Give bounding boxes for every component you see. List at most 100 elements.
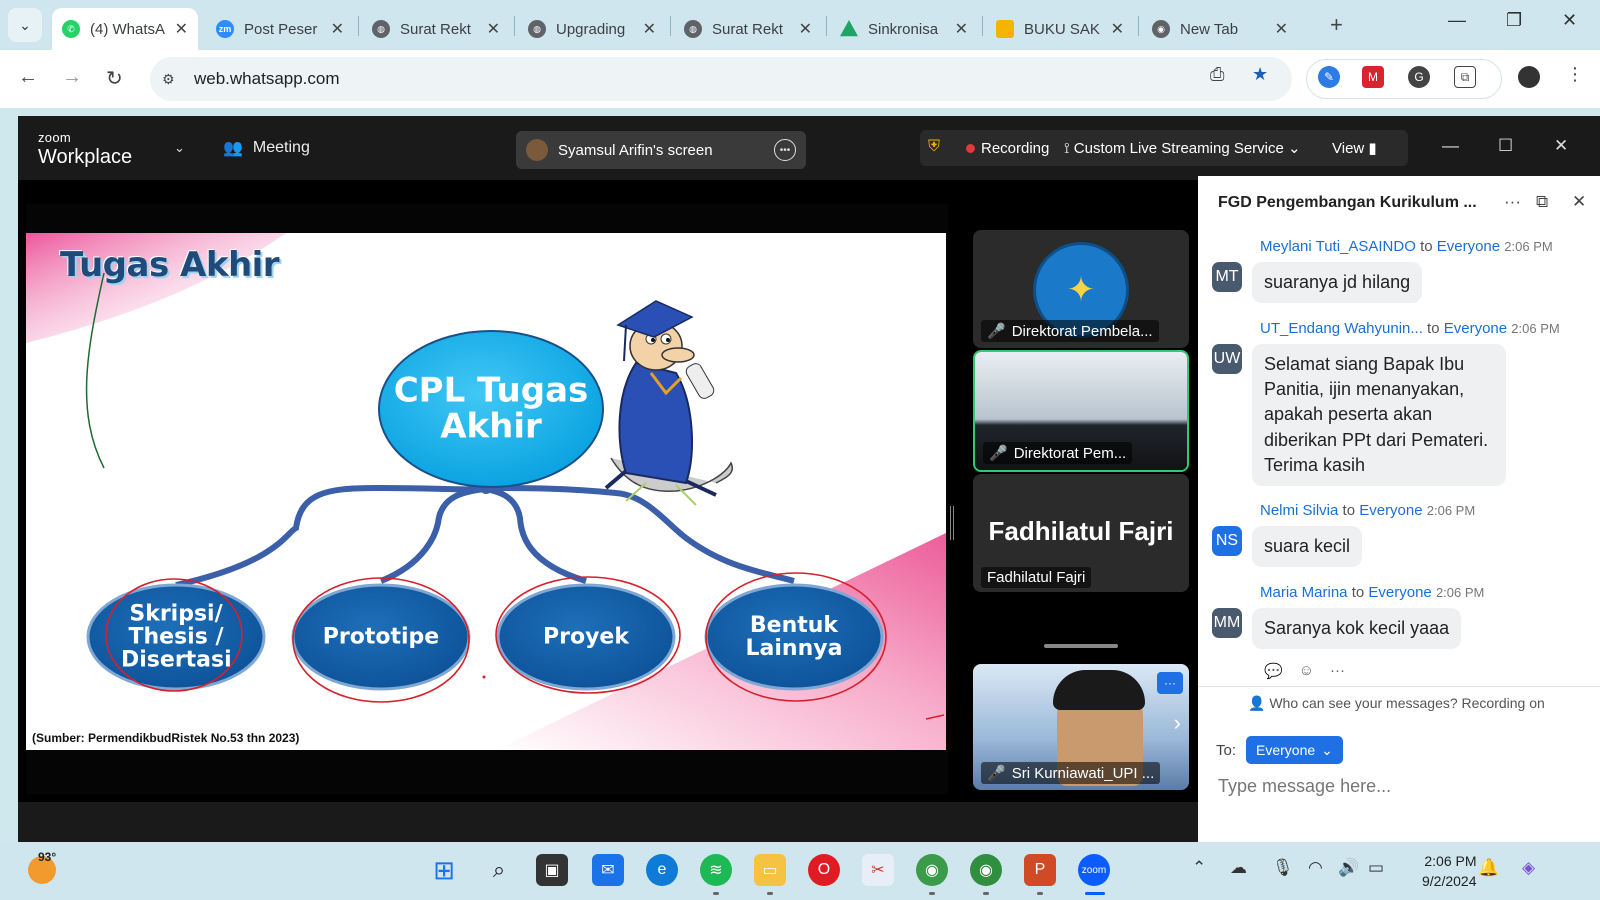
- chevron-right-icon[interactable]: ›: [1174, 710, 1181, 736]
- close-icon[interactable]: ✕: [1111, 19, 1124, 39]
- minimize-icon[interactable]: —: [1448, 10, 1466, 31]
- live-streaming-menu[interactable]: ⟟ Custom Live Streaming Service ⌄: [1064, 139, 1301, 157]
- close-icon[interactable]: ✕: [487, 19, 500, 39]
- chat-message: UW UT_Endang Wahyunin... to Everyone 2:0…: [1212, 320, 1600, 486]
- pop-out-icon[interactable]: ⧉: [1536, 192, 1548, 212]
- more-icon[interactable]: ···: [1504, 192, 1521, 212]
- omnibox[interactable]: ⚙ web.whatsapp.com: [150, 57, 1292, 101]
- extension-mendeley-icon[interactable]: M: [1362, 66, 1384, 88]
- chat-message-input[interactable]: Type message here...: [1218, 776, 1391, 797]
- close-icon[interactable]: ✕: [955, 19, 968, 39]
- task-view-icon[interactable]: ▣: [536, 854, 568, 886]
- tab-buku-saku[interactable]: BUKU SAK ✕: [986, 8, 1134, 50]
- chevron-down-icon[interactable]: ⌄: [174, 140, 185, 156]
- windows-start-icon[interactable]: ⊞: [428, 854, 460, 886]
- chrome-profile-icon[interactable]: ◉: [916, 854, 948, 886]
- center-node-label: CPL Tugas Akhir: [393, 370, 589, 446]
- more-icon[interactable]: ···: [1330, 662, 1345, 680]
- tab-surat-rektor-1[interactable]: ◍ Surat Rekt ✕: [362, 8, 510, 50]
- sender-name[interactable]: Maria Marina: [1260, 584, 1348, 601]
- sender-name[interactable]: Meylani Tuti_ASAINDO: [1260, 238, 1416, 255]
- close-icon[interactable]: ✕: [643, 19, 656, 39]
- tile-scroll-handle[interactable]: [1044, 644, 1118, 648]
- new-tab-button[interactable]: +: [1330, 12, 1343, 38]
- close-icon[interactable]: ✕: [331, 19, 344, 39]
- tab-search-button[interactable]: ⌄: [8, 8, 42, 42]
- view-menu[interactable]: View ▮: [1332, 139, 1377, 157]
- emoji-react-icon[interactable]: ☺: [1299, 662, 1314, 680]
- powerpoint-icon[interactable]: P: [1024, 854, 1056, 886]
- onedrive-cloud-icon[interactable]: ☁: [1230, 858, 1247, 878]
- tab-sinkronisasi[interactable]: Sinkronisa ✕: [830, 8, 978, 50]
- tab-new-tab[interactable]: ◉ New Tab ✕: [1142, 8, 1298, 50]
- tab-post-peserta[interactable]: zm Post Peser ✕: [206, 8, 354, 50]
- clock-time: 2:06 PM: [1424, 853, 1477, 869]
- opera-icon[interactable]: O: [808, 854, 840, 886]
- participant-tile[interactable]: ··· › 🎤 Sri Kurniawati_UPI ...: [973, 664, 1189, 790]
- recipient-dropdown[interactable]: Everyone ⌄: [1246, 736, 1343, 764]
- spotify-icon[interactable]: ≋: [700, 854, 732, 886]
- recording-indicator[interactable]: Recording: [966, 140, 1049, 157]
- shield-icon[interactable]: ⛨: [928, 138, 940, 156]
- tab-upgrading[interactable]: ◍ Upgrading ✕: [518, 8, 666, 50]
- search-icon[interactable]: ⌕: [483, 854, 515, 886]
- message-time: 2:06 PM: [1504, 239, 1553, 254]
- panel-resize-handle[interactable]: [950, 506, 954, 540]
- participant-tile[interactable]: Fadhilatul Fajri Fadhilatul Fajri: [973, 474, 1189, 592]
- close-icon[interactable]: ✕: [799, 19, 812, 39]
- slide-title: Tugas Akhir: [60, 245, 280, 285]
- layout-icon: ▮: [1368, 140, 1377, 157]
- close-window-icon[interactable]: ✕: [1562, 10, 1577, 31]
- bookmark-star-icon[interactable]: ★: [1252, 64, 1268, 85]
- tab-surat-rektor-2[interactable]: ◍ Surat Rekt ✕: [674, 8, 822, 50]
- chevron-up-icon[interactable]: ⌃: [1192, 858, 1206, 878]
- back-icon[interactable]: ←: [18, 66, 38, 89]
- more-icon[interactable]: •••: [774, 139, 796, 161]
- message-actions: 💬 ☺ ···: [1264, 662, 1345, 680]
- install-app-icon[interactable]: ⎙: [1210, 64, 1224, 85]
- extension-grammar-icon[interactable]: G: [1408, 66, 1430, 88]
- battery-icon[interactable]: ▭: [1368, 858, 1384, 878]
- close-icon[interactable]: ✕: [1572, 192, 1586, 212]
- wifi-icon[interactable]: ◠: [1308, 858, 1323, 878]
- person-lock-icon: 👤: [1248, 695, 1266, 711]
- notification-bell-icon[interactable]: 🔔: [1478, 858, 1499, 878]
- shared-screen-indicator[interactable]: Syamsul Arifin's screen •••: [516, 131, 806, 169]
- reload-icon[interactable]: ↻: [106, 66, 123, 91]
- url-text[interactable]: web.whatsapp.com: [194, 69, 340, 89]
- extensions-puzzle-icon[interactable]: ⧉: [1454, 66, 1476, 88]
- chrome-menu-icon[interactable]: ⋮: [1566, 64, 1584, 85]
- profile-avatar[interactable]: [1518, 66, 1540, 88]
- close-icon[interactable]: ✕: [1275, 19, 1288, 39]
- restore-icon[interactable]: ❐: [1506, 10, 1522, 31]
- volume-icon[interactable]: 🔊: [1338, 858, 1359, 878]
- file-explorer-icon[interactable]: ▭: [754, 854, 786, 886]
- copilot-icon[interactable]: ◈: [1522, 858, 1535, 878]
- participant-tile-active-speaker[interactable]: 🎤 Direktorat Pem...: [973, 350, 1189, 472]
- edge-icon[interactable]: e: [646, 854, 678, 886]
- extension-feather-icon[interactable]: ✎: [1318, 66, 1340, 88]
- sender-name[interactable]: UT_Endang Wahyunin...: [1260, 320, 1423, 337]
- maximize-icon[interactable]: ☐: [1498, 136, 1513, 156]
- windows-taskbar: 93° ⊞ ⌕ ▣ ✉ e ≋ ▭ O ✂ ◉ ◉ P zoom ⌃ ☁ 🎙 ◠…: [0, 842, 1600, 900]
- minimize-icon[interactable]: —: [1442, 136, 1459, 156]
- zoom-app-icon[interactable]: zoom: [1078, 854, 1110, 886]
- meeting-tab[interactable]: 👥 Meeting: [223, 138, 310, 158]
- site-info-icon[interactable]: ⚙: [162, 71, 182, 88]
- reply-icon[interactable]: 💬: [1264, 662, 1283, 680]
- tab-whatsapp[interactable]: ✆ (4) WhatsA ✕: [52, 8, 198, 50]
- clock-date: 9/2/2024: [1422, 872, 1477, 889]
- close-icon[interactable]: ✕: [1554, 136, 1568, 156]
- more-icon[interactable]: ···: [1157, 672, 1183, 694]
- forward-icon[interactable]: →: [62, 66, 82, 89]
- message-text: suara kecil: [1252, 526, 1363, 568]
- snipping-tool-icon[interactable]: ✂: [862, 854, 894, 886]
- chrome-icon[interactable]: ◉: [970, 854, 1002, 886]
- sender-name[interactable]: Nelmi Silvia: [1260, 502, 1338, 519]
- close-icon[interactable]: ✕: [175, 19, 188, 39]
- participant-tile[interactable]: ✦ 🎤 Direktorat Pembela...: [973, 230, 1189, 348]
- microphone-icon[interactable]: 🎙: [1272, 858, 1294, 878]
- system-clock[interactable]: 2:06 PM 9/2/2024: [1422, 852, 1477, 891]
- mail-icon[interactable]: ✉: [592, 854, 624, 886]
- privacy-notice[interactable]: 👤 Who can see your messages? Recording o…: [1198, 686, 1600, 716]
